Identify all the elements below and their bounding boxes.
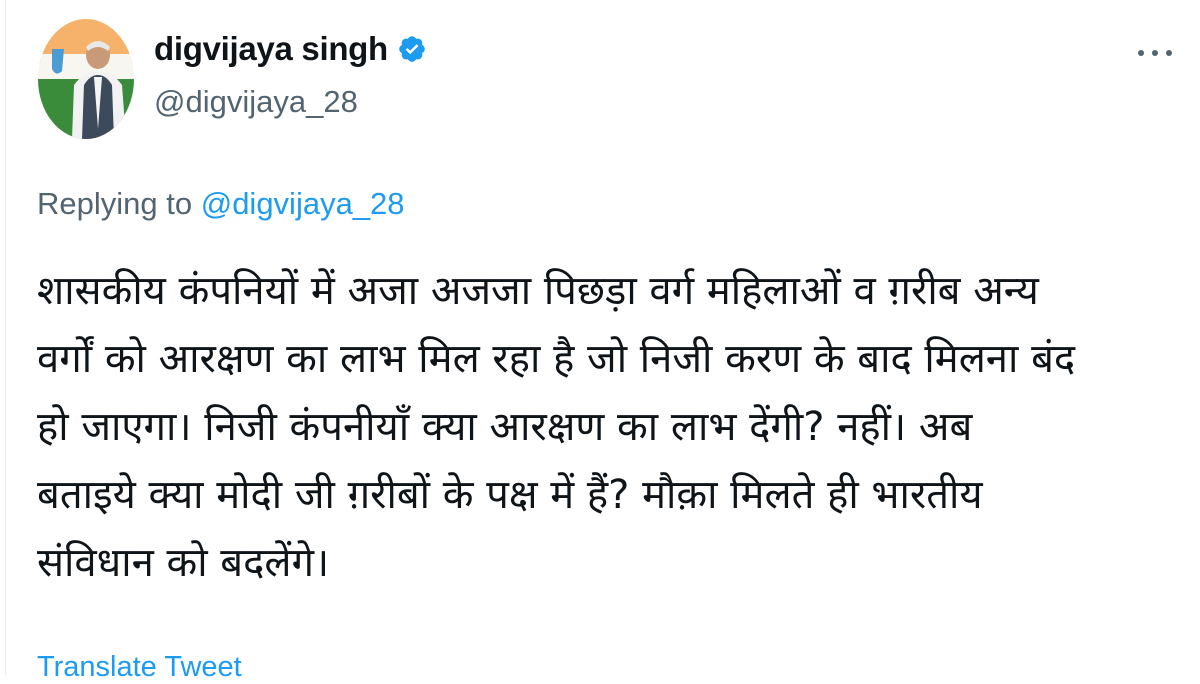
left-border	[5, 0, 6, 675]
more-options-button[interactable]	[1138, 42, 1172, 64]
more-horizontal-icon	[1152, 50, 1158, 56]
tweet-text: शासकीय कंपनियों में अजा अजजा पिछड़ा वर्ग…	[37, 268, 1076, 586]
replying-to-handle-link[interactable]: @digvijaya_28	[201, 186, 405, 221]
more-horizontal-icon	[1166, 50, 1172, 56]
more-horizontal-icon	[1138, 50, 1144, 56]
translate-tweet-link[interactable]: Translate Tweet	[37, 651, 242, 684]
verified-badge-icon	[397, 34, 427, 64]
avatar-image	[38, 19, 134, 139]
avatar[interactable]	[38, 19, 134, 139]
author-display-name[interactable]: digvijaya singh	[154, 30, 388, 68]
replying-to-label: Replying to	[37, 186, 193, 221]
replying-to-line: Replying to @digvijaya_28	[37, 186, 405, 222]
author-name-row[interactable]: digvijaya singh	[154, 30, 427, 68]
author-handle[interactable]: @digvijaya_28	[154, 84, 358, 120]
